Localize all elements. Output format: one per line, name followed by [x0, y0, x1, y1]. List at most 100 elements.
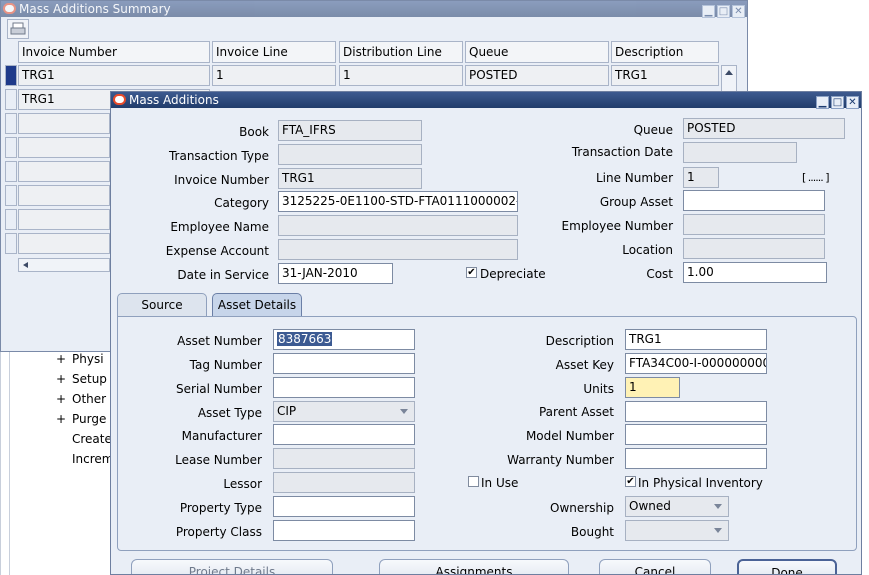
row-selector[interactable] [5, 233, 17, 254]
ownership-value: Owned [629, 499, 671, 513]
row-selector[interactable] [5, 161, 17, 182]
tab-asset-details[interactable]: Asset Details [212, 293, 302, 317]
tree-expander[interactable]: + [56, 412, 66, 426]
row-selector[interactable] [5, 89, 17, 110]
table-cell-invoice-line[interactable]: 1 [212, 65, 336, 86]
tree-item[interactable]: Increm [72, 452, 113, 466]
close-icon[interactable]: ✕ [732, 5, 745, 18]
maximize-icon[interactable]: □ [717, 5, 730, 18]
property-class-field[interactable] [273, 520, 415, 541]
warranty-number-field[interactable] [625, 448, 767, 469]
lessor-field[interactable] [273, 472, 415, 493]
units-field[interactable]: 1 [625, 377, 680, 398]
tree-expander[interactable]: + [56, 392, 66, 406]
tree-item[interactable]: Create [72, 432, 112, 446]
tree-item[interactable]: Other [72, 392, 106, 406]
in-use-checkbox[interactable] [468, 476, 479, 487]
category-field[interactable]: 3125225-0E1100-STD-FTA0111000002-0 [278, 191, 518, 212]
line-number-field[interactable]: 1 [683, 167, 719, 188]
horizontal-scrollbar[interactable] [18, 258, 110, 272]
minimize-icon[interactable]: ▁ [816, 96, 829, 109]
tree-expander[interactable]: + [56, 372, 66, 386]
location-field[interactable] [683, 238, 825, 259]
ownership-select[interactable]: Owned [625, 496, 729, 517]
row-selector[interactable] [5, 185, 17, 206]
warranty-number-label: Warranty Number [507, 453, 614, 467]
chevron-down-icon [400, 409, 408, 414]
row-selector-current[interactable] [5, 65, 17, 86]
parent-asset-label: Parent Asset [538, 405, 614, 419]
tag-number-field[interactable] [273, 353, 415, 374]
table-cell-empty[interactable] [18, 185, 110, 206]
lease-number-label: Lease Number [175, 453, 262, 467]
invoice-number-field[interactable]: TRG1 [278, 168, 422, 189]
in-physical-inventory-checkbox[interactable]: ✔ [625, 476, 636, 487]
in-use-label: In Use [481, 476, 519, 490]
table-cell-empty[interactable] [18, 161, 110, 182]
table-cell-distribution-line[interactable]: 1 [339, 65, 463, 86]
row-selector[interactable] [5, 209, 17, 230]
ownership-label: Ownership [550, 501, 614, 515]
print-icon[interactable] [7, 19, 29, 39]
lease-number-field[interactable] [273, 448, 415, 469]
property-type-field[interactable] [273, 496, 415, 517]
transaction-date-label: Transaction Date [571, 145, 673, 159]
parent-asset-field[interactable] [625, 401, 767, 422]
bought-select[interactable] [625, 520, 729, 541]
employee-number-field[interactable] [683, 214, 825, 235]
done-button[interactable]: Done [737, 559, 837, 574]
tab-source[interactable]: Source [117, 293, 207, 317]
tree-divider [9, 352, 10, 575]
cancel-button[interactable]: Cancel [599, 559, 711, 574]
tree-item[interactable]: Setup [72, 372, 107, 386]
date-in-service-field[interactable]: 31-JAN-2010 [278, 263, 393, 284]
cost-field[interactable]: 1.00 [683, 262, 827, 283]
table-cell-empty[interactable] [18, 113, 110, 134]
table-cell-queue[interactable]: POSTED [465, 65, 609, 86]
transaction-type-field[interactable] [278, 144, 422, 165]
descriptive-flexfield[interactable]: [ ...... ] [802, 171, 830, 184]
asset-number-field[interactable]: 8387663 [273, 329, 415, 350]
table-cell-invoice-number[interactable]: TRG1 [18, 65, 210, 86]
description-field[interactable]: TRG1 [625, 329, 767, 350]
asset-key-field[interactable]: FTA34C00-I-0000000000C [625, 353, 767, 374]
maximize-icon[interactable]: □ [831, 96, 844, 109]
tree-item[interactable]: Physi [72, 352, 104, 366]
expense-account-field[interactable] [278, 239, 518, 260]
book-label: Book [239, 125, 269, 139]
tree-item[interactable]: Purge [72, 412, 106, 426]
minimize-icon[interactable]: ▁ [702, 5, 715, 18]
row-selector[interactable] [5, 113, 17, 134]
group-asset-field[interactable] [683, 190, 825, 211]
assignments-button[interactable]: Assignments [379, 559, 569, 574]
project-details-button[interactable]: Project Details [131, 559, 333, 574]
tree-expander[interactable]: + [56, 352, 66, 366]
row-selector[interactable] [5, 137, 17, 158]
asset-type-select[interactable]: CIP [273, 401, 415, 422]
summary-title: Mass Additions Summary [19, 2, 171, 16]
book-field[interactable]: FTA_IFRS [278, 120, 422, 141]
table-cell-empty[interactable] [18, 233, 110, 254]
mass-additions-window: Mass Additions ▁ □ ✕ Book FTA_IFRS Transac… [110, 91, 862, 575]
line-number-label: Line Number [595, 171, 673, 185]
asset-number-value: 8387663 [277, 332, 333, 346]
manufacturer-field[interactable] [273, 424, 415, 445]
location-label: Location [622, 243, 673, 257]
table-cell-empty[interactable] [18, 209, 110, 230]
column-header-queue: Queue [465, 41, 609, 63]
invoice-number-label: Invoice Number [174, 173, 269, 187]
employee-name-field[interactable] [278, 215, 518, 236]
table-cell-empty[interactable] [18, 137, 110, 158]
manufacturer-label: Manufacturer [181, 429, 262, 443]
table-cell-description[interactable]: TRG1 [611, 65, 719, 86]
model-number-field[interactable] [625, 424, 767, 445]
asset-type-label: Asset Type [197, 406, 262, 420]
column-header-invoice-number: Invoice Number [18, 41, 210, 63]
close-icon[interactable]: ✕ [846, 96, 859, 109]
property-type-label: Property Type [179, 501, 262, 515]
queue-field[interactable]: POSTED [683, 118, 845, 139]
depreciate-checkbox[interactable]: ✔ [466, 267, 477, 278]
serial-number-field[interactable] [273, 377, 415, 398]
category-label: Category [214, 196, 269, 210]
transaction-date-field[interactable] [683, 142, 797, 163]
